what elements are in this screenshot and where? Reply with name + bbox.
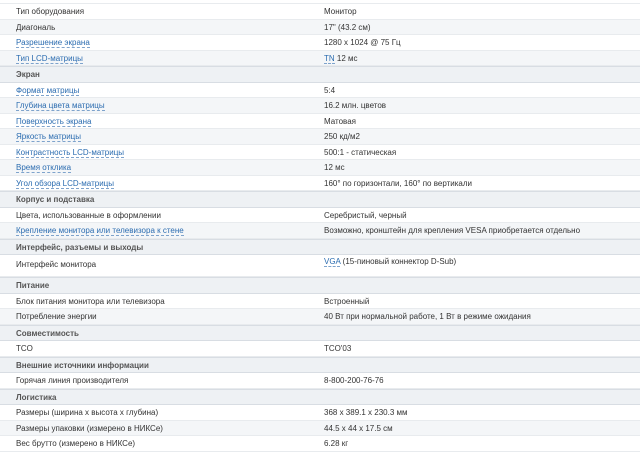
spec-name-text[interactable]: Формат матрицы bbox=[16, 85, 80, 96]
spec-name-text[interactable]: Глубина цвета матрицы bbox=[16, 101, 105, 111]
spec-value: TN 12 мс bbox=[324, 51, 358, 67]
spec-row-power-supply: Блок питания монитора или телевизора Вст… bbox=[0, 294, 640, 309]
spec-table: Тип оборудования Монитор Диагональ 17" (… bbox=[0, 0, 640, 452]
section-body: Корпус и подставка bbox=[0, 191, 640, 208]
spec-name-link[interactable]: Формат матрицы bbox=[16, 83, 80, 99]
spec-value: 1280 x 1024 @ 75 Гц bbox=[324, 38, 401, 47]
spec-name-text[interactable]: Время отклика bbox=[16, 163, 72, 173]
spec-value: Встроенный bbox=[324, 296, 370, 306]
spec-name: Вес брутто (измерено в НИКСе) bbox=[16, 439, 136, 448]
spec-name: TCO bbox=[16, 344, 33, 353]
spec-value: TCO'03 bbox=[324, 344, 352, 353]
spec-row-colors: Цвета, использованные в оформлении Сереб… bbox=[0, 208, 640, 223]
spec-value: 17" (43.2 см) bbox=[324, 22, 371, 32]
spec-row-resolution: Разрешение экрана 1280 x 1024 @ 75 Гц bbox=[0, 35, 640, 51]
spec-row-dimensions: Размеры (ширина x высота x глубина) 368 … bbox=[0, 405, 640, 421]
spec-value: VGA (15-пиновый коннектор D-Sub) bbox=[324, 256, 456, 268]
spec-value: Серебристый, черный bbox=[324, 210, 407, 220]
spec-name-text[interactable]: Поверхность экрана bbox=[16, 116, 92, 127]
section-logistics: Логистика bbox=[0, 388, 640, 405]
spec-row-viewing-angle: Угол обзора LCD-матрицы 160° по горизонт… bbox=[0, 176, 640, 192]
spec-row-color-depth: Глубина цвета матрицы 16.2 млн. цветов bbox=[0, 98, 640, 114]
spec-name: Тип оборудования bbox=[16, 7, 85, 16]
spec-name-text[interactable]: Угол обзора LCD-матрицы bbox=[16, 178, 114, 189]
spec-name-link[interactable]: Тип LCD-матрицы bbox=[16, 51, 83, 67]
spec-value: 44.5 x 44 x 17.5 см bbox=[324, 423, 393, 433]
spec-value: Возможно, кронштейн для крепления VESA п… bbox=[324, 226, 581, 235]
spec-name-text[interactable]: Разрешение экрана bbox=[16, 38, 90, 48]
spec-name-link[interactable]: Контрастность LCD-матрицы bbox=[16, 145, 125, 161]
spec-name-text[interactable]: Контрастность LCD-матрицы bbox=[16, 147, 125, 158]
spec-name: Интерфейс монитора bbox=[16, 260, 97, 269]
spec-row-tco: TCO TCO'03 bbox=[0, 341, 640, 357]
spec-row-wall-mount: Крепление монитора или телевизора к стен… bbox=[0, 223, 640, 239]
spec-row-equipment-type: Тип оборудования Монитор bbox=[0, 4, 640, 20]
spec-row-diagonal: Диагональ 17" (43.2 см) bbox=[0, 19, 640, 35]
spec-row-contrast: Контрастность LCD-матрицы 500:1 - статич… bbox=[0, 145, 640, 161]
spec-row-hotline: Горячая линия производителя 8-800-200-76… bbox=[0, 373, 640, 389]
spec-name-text[interactable]: Тип LCD-матрицы bbox=[16, 53, 83, 64]
spec-name: Цвета, использованные в оформлении bbox=[16, 210, 161, 220]
spec-value-rest: (15-пиновый коннектор D-Sub) bbox=[340, 257, 457, 266]
spec-name: Диагональ bbox=[16, 22, 56, 32]
spec-name-link[interactable]: Поверхность экрана bbox=[16, 114, 92, 130]
spec-name: Блок питания монитора или телевизора bbox=[16, 296, 165, 306]
spec-value: 500:1 - статическая bbox=[324, 147, 397, 157]
spec-name: Размеры (ширина x высота x глубина) bbox=[16, 408, 159, 417]
spec-row-lcd-type: Тип LCD-матрицы TN 12 мс bbox=[0, 50, 640, 67]
section-power: Питание bbox=[0, 277, 640, 294]
section-screen: Экран bbox=[0, 66, 640, 83]
spec-name: Горячая линия производителя bbox=[16, 376, 129, 385]
section-interfaces: Интерфейс, разъемы и выходы bbox=[0, 238, 640, 255]
spec-name-link[interactable]: Крепление монитора или телевизора к стен… bbox=[16, 223, 184, 239]
spec-value: Матовая bbox=[324, 116, 356, 126]
spec-row-response-time: Время отклика 12 мс bbox=[0, 160, 640, 176]
section-compatibility: Совместимость bbox=[0, 324, 640, 341]
spec-value: 12 мс bbox=[324, 163, 345, 172]
spec-value: 160° по горизонтали, 160° по вертикали bbox=[324, 178, 472, 188]
spec-value: 40 Вт при нормальной работе, 1 Вт в режи… bbox=[324, 312, 531, 321]
spec-name-link[interactable]: Время отклика bbox=[16, 160, 72, 176]
section-sources: Внешние источники информации bbox=[0, 356, 640, 373]
spec-value: 16.2 млн. цветов bbox=[324, 101, 387, 110]
spec-row-matrix-format: Формат матрицы 5:4 bbox=[0, 83, 640, 99]
spec-row-brightness: Яркость матрицы 250 кд/м2 bbox=[0, 129, 640, 145]
spec-row-power-consumption: Потребление энергии 40 Вт при нормальной… bbox=[0, 309, 640, 325]
spec-row-gross-weight: Вес брутто (измерено в НИКСе) 6.28 кг bbox=[0, 436, 640, 452]
spec-name-link[interactable]: Глубина цвета матрицы bbox=[16, 98, 105, 114]
spec-value: Монитор bbox=[324, 7, 357, 16]
value-link-vga[interactable]: VGA bbox=[324, 257, 341, 267]
spec-name-link[interactable]: Угол обзора LCD-матрицы bbox=[16, 176, 114, 192]
spec-value: 5:4 bbox=[324, 85, 336, 95]
spec-row-surface: Поверхность экрана Матовая bbox=[0, 114, 640, 130]
spec-value-rest: 12 мс bbox=[334, 53, 358, 63]
spec-row-package-dimensions: Размеры упаковки (измерено в НИКСе) 44.5… bbox=[0, 420, 640, 436]
spec-value: 8-800-200-76-76 bbox=[324, 376, 384, 385]
spec-name-text[interactable]: Крепление монитора или телевизора к стен… bbox=[16, 226, 184, 236]
spec-name-text[interactable]: Яркость матрицы bbox=[16, 132, 82, 142]
spec-value: 6.28 кг bbox=[324, 439, 349, 448]
spec-name-link[interactable]: Яркость матрицы bbox=[16, 129, 82, 145]
spec-name-link[interactable]: Разрешение экрана bbox=[16, 35, 90, 51]
spec-row-interface: Интерфейс монитора VGA (15-пиновый конне… bbox=[0, 255, 640, 277]
spec-value: 250 кд/м2 bbox=[324, 132, 360, 141]
value-link-tn[interactable]: TN bbox=[324, 53, 335, 64]
spec-name: Размеры упаковки (измерено в НИКСе) bbox=[16, 423, 163, 433]
spec-name: Потребление энергии bbox=[16, 312, 97, 321]
spec-value: 368 x 389.1 x 230.3 мм bbox=[324, 408, 408, 417]
